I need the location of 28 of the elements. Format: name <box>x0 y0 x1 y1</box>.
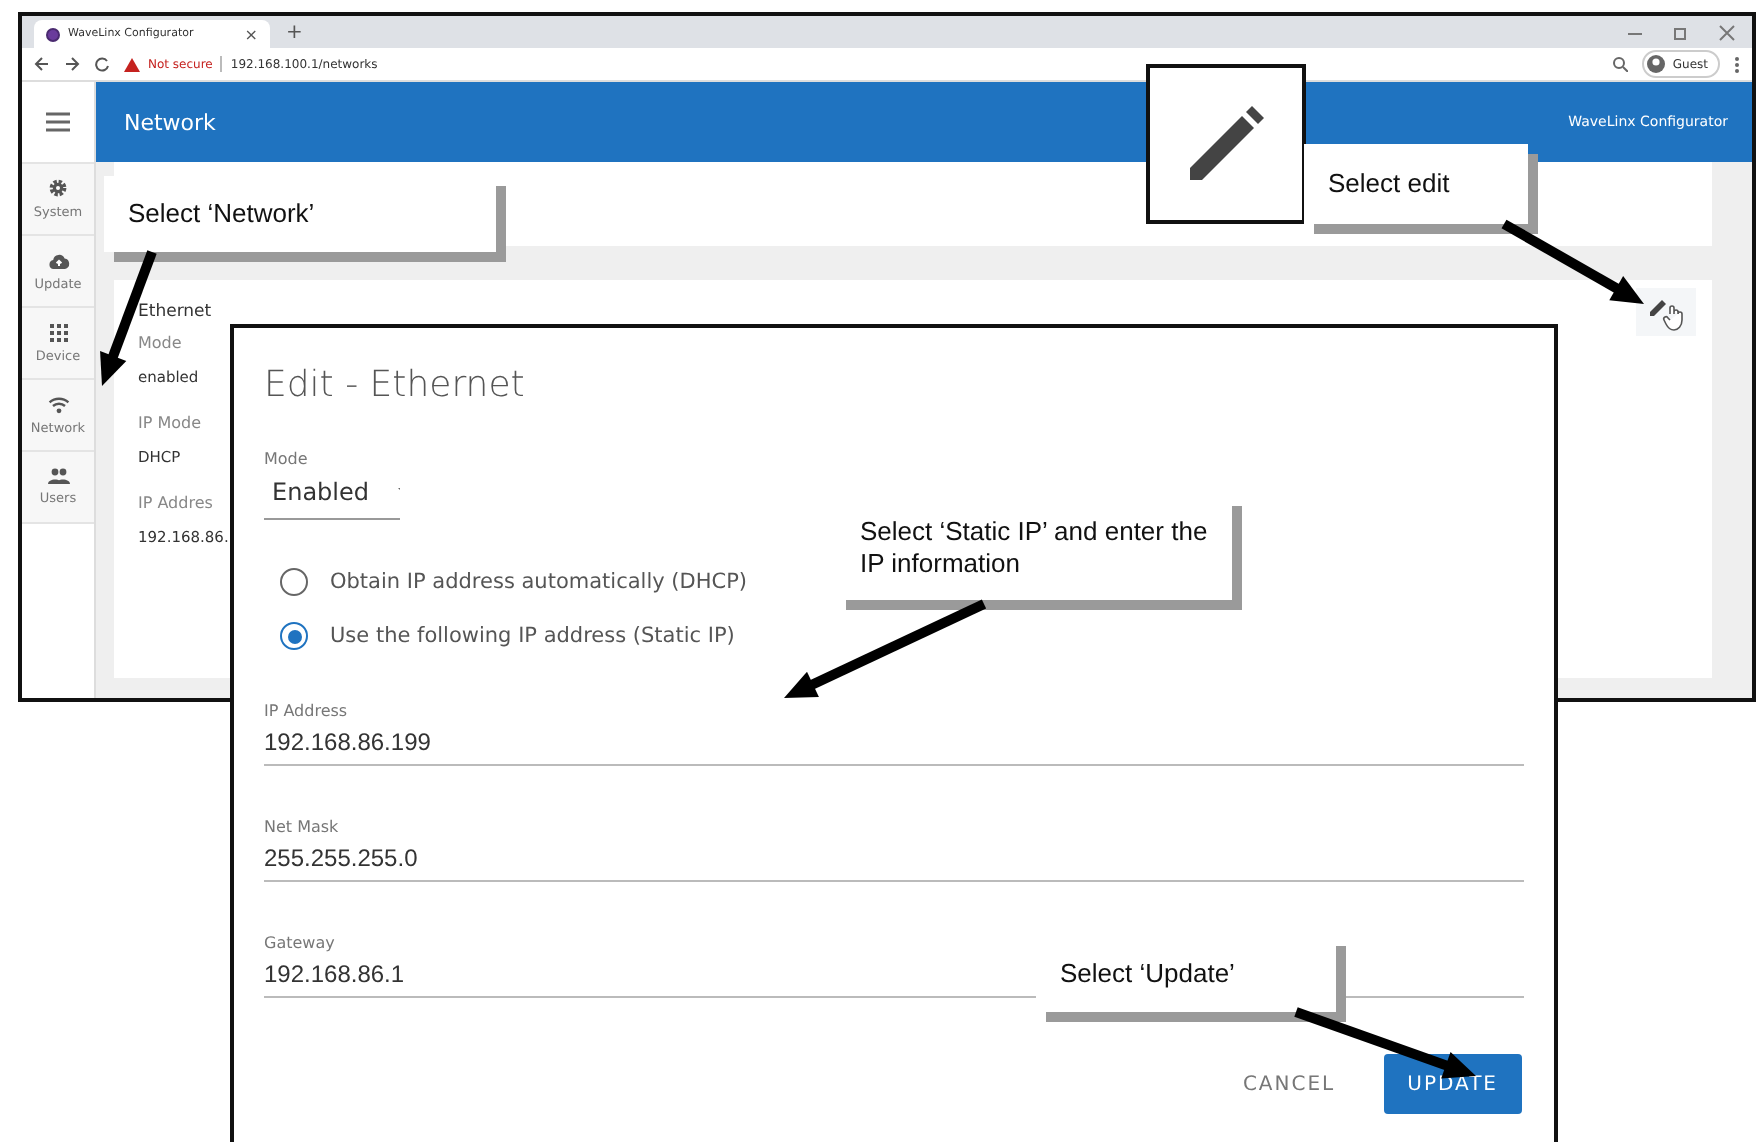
radio-option[interactable]: Use the following IP address (Static IP) <box>280 622 1522 650</box>
more-icon[interactable] <box>1734 55 1740 73</box>
back-icon[interactable] <box>34 56 50 72</box>
edit-button[interactable] <box>1636 288 1696 336</box>
avatar-icon <box>1646 54 1667 74</box>
cloud-icon <box>47 251 69 269</box>
zoom-icon[interactable] <box>1612 56 1629 72</box>
new-tab-button[interactable]: + <box>286 22 303 44</box>
wifi-icon <box>47 395 69 413</box>
reload-icon[interactable] <box>94 56 110 72</box>
callout-note: Select edit <box>1304 144 1528 224</box>
app-favicon-icon <box>46 27 60 41</box>
people-icon <box>47 468 69 484</box>
forward-icon[interactable] <box>64 56 80 72</box>
menu-icon[interactable] <box>46 112 70 132</box>
tab-close-button[interactable]: × <box>244 25 258 43</box>
mode-select[interactable]: Enabled <box>264 472 400 520</box>
input-field[interactable]: 255.255.255.0 <box>264 836 1524 882</box>
gear-icon <box>48 178 68 198</box>
grid-icon <box>49 323 67 341</box>
update-button[interactable]: UPDATE <box>1383 1054 1522 1114</box>
callout-note: Select ‘Network’ <box>104 176 496 252</box>
cancel-button[interactable]: CANCEL <box>1218 1054 1360 1114</box>
close-icon[interactable] <box>1718 23 1736 41</box>
input-field[interactable]: 192.168.86.199 <box>264 720 1524 766</box>
warning-icon <box>124 57 140 71</box>
restore-icon[interactable] <box>1672 23 1690 41</box>
pointer-arrow <box>1501 219 1644 304</box>
